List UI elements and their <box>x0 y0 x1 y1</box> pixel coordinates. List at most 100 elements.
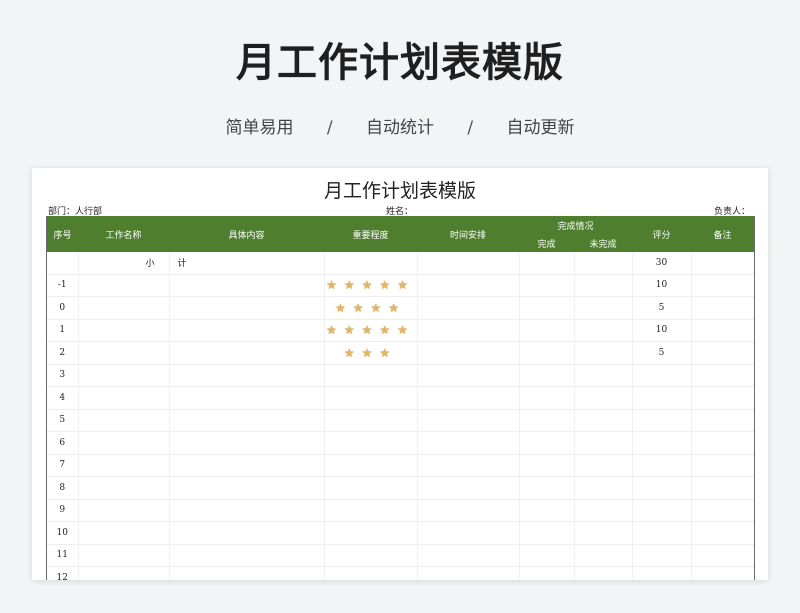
row-undone <box>574 364 633 387</box>
row-schedule <box>417 431 520 455</box>
feature-list: 简单易用 / 自动统计 / 自动更新 <box>0 113 800 138</box>
row-seq: 0 <box>47 296 79 320</box>
row-schedule <box>417 364 520 387</box>
col-undone: 未完成 <box>574 234 633 252</box>
table-row: 7 <box>47 454 754 477</box>
spreadsheet-preview: 月工作计划表模版 部门：人行部 姓名： 负责人： 序号 工作名称 具体内容 重要… <box>32 168 768 580</box>
row-done <box>519 499 575 522</box>
row-importance-stars <box>324 499 418 522</box>
row-schedule <box>417 296 520 320</box>
subtotal-label: 计 <box>169 252 325 275</box>
row-task <box>78 296 170 320</box>
row-importance-stars: ★★★ <box>324 341 418 365</box>
row-undone <box>574 319 633 342</box>
row-task <box>78 431 170 455</box>
row-undone <box>574 296 633 320</box>
row-importance-stars <box>324 386 418 410</box>
row-score <box>632 544 692 567</box>
col-task: 工作名称 <box>78 216 169 252</box>
row-undone <box>574 499 633 522</box>
row-remark <box>691 521 754 545</box>
row-content <box>169 454 325 477</box>
row-score <box>632 476 692 500</box>
row-seq: 4 <box>47 386 79 410</box>
subtotal-row: 小 计 30 <box>47 252 754 275</box>
row-score <box>632 499 692 522</box>
feature-separator: / <box>467 118 474 138</box>
row-schedule <box>417 521 520 545</box>
row-seq: 7 <box>47 454 79 477</box>
row-score <box>632 431 692 455</box>
row-content <box>169 566 325 580</box>
table-row: 12 <box>47 566 754 580</box>
row-content <box>169 499 325 522</box>
row-remark <box>691 341 754 365</box>
row-done <box>519 454 575 477</box>
row-score <box>632 454 692 477</box>
plan-table: 序号 工作名称 具体内容 重要程度 时间安排 完成情况 评分 备注 完成 未完成 <box>47 216 754 580</box>
row-importance-stars <box>324 521 418 545</box>
row-schedule <box>417 454 520 477</box>
row-remark <box>691 364 754 387</box>
col-remark: 备注 <box>691 216 754 252</box>
plan-table-wrapper: 序号 工作名称 具体内容 重要程度 时间安排 完成情况 评分 备注 完成 未完成 <box>46 216 755 580</box>
row-done <box>519 364 575 387</box>
row-content <box>169 319 325 342</box>
col-content: 具体内容 <box>169 216 324 252</box>
page-title: 月工作计划表模版 <box>236 40 564 86</box>
feature-separator: / <box>326 118 333 138</box>
row-schedule <box>417 409 520 432</box>
row-task <box>78 319 170 342</box>
row-task <box>78 544 170 567</box>
row-score <box>632 364 692 387</box>
row-undone <box>574 566 633 580</box>
row-content <box>169 544 325 567</box>
row-importance-stars: ★★★★★ <box>324 319 418 342</box>
row-seq: 3 <box>47 364 79 387</box>
row-task <box>78 386 170 410</box>
row-remark <box>691 566 754 580</box>
row-undone <box>574 274 633 297</box>
col-done: 完成 <box>519 234 574 252</box>
row-task <box>78 274 170 297</box>
row-content <box>169 364 325 387</box>
row-undone <box>574 454 633 477</box>
row-remark <box>691 431 754 455</box>
table-row: 1 ★★★★★ 10 <box>47 319 754 342</box>
row-seq: 2 <box>47 341 79 365</box>
row-task <box>78 499 170 522</box>
row-seq: 8 <box>47 476 79 500</box>
table-row: 2 ★★★ 5 <box>47 341 754 365</box>
row-importance-stars <box>324 409 418 432</box>
row-content <box>169 476 325 500</box>
row-remark <box>691 296 754 320</box>
sheet-title: 月工作计划表模版 <box>323 180 476 202</box>
row-seq: 1 <box>47 319 79 342</box>
table-row: -1 ★★★★★ 10 <box>47 274 754 297</box>
feature-auto-update: 自动更新 <box>506 118 575 138</box>
table-row: 3 <box>47 364 754 387</box>
row-content <box>169 341 325 365</box>
row-content <box>169 409 325 432</box>
row-importance-stars: ★★★★ <box>324 296 418 320</box>
table-row: 5 <box>47 409 754 432</box>
col-score: 评分 <box>632 216 692 252</box>
row-importance-stars: ★★★★★ <box>324 274 418 297</box>
row-seq: 12 <box>47 566 79 580</box>
row-content <box>169 431 325 455</box>
row-importance-stars <box>324 476 418 500</box>
row-schedule <box>417 566 520 580</box>
row-task <box>78 454 170 477</box>
row-undone <box>574 409 633 432</box>
feature-easy: 简单易用 <box>225 118 294 138</box>
row-remark <box>691 409 754 432</box>
row-undone <box>574 431 633 455</box>
row-remark <box>691 454 754 477</box>
row-task <box>78 341 170 365</box>
row-schedule <box>417 476 520 500</box>
row-importance-stars <box>324 454 418 477</box>
row-content <box>169 386 325 410</box>
feature-auto-stats: 自动统计 <box>366 118 434 138</box>
row-done <box>519 476 575 500</box>
row-schedule <box>417 499 520 522</box>
